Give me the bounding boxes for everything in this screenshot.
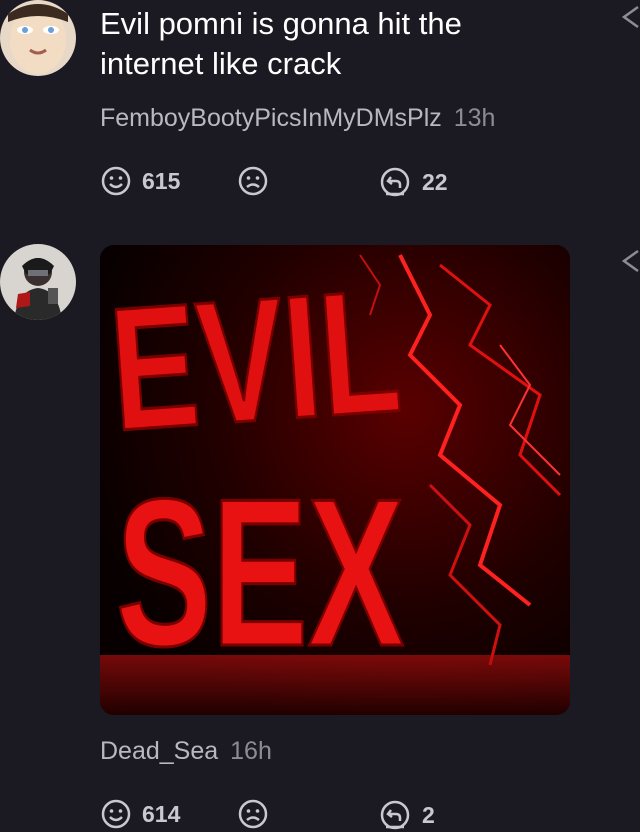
reply-button[interactable]: 2 [378, 798, 435, 832]
like-count: 614 [142, 800, 181, 827]
image-word-evil: EVIL [105, 253, 407, 468]
comment-meta: FemboyBootyPicsInMyDMsPlz 13h [100, 104, 495, 133]
frown-icon [238, 166, 268, 196]
comment-time: 16h [230, 737, 272, 765]
avatar-face-image [0, 0, 76, 76]
reply-button[interactable]: 22 [378, 165, 448, 199]
like-button[interactable]: 614 [100, 798, 180, 830]
smile-icon [101, 799, 131, 829]
comment-time: 13h [453, 104, 496, 132]
image-word-sex: SEX [116, 456, 404, 690]
reply-count: 2 [422, 801, 435, 828]
post-image[interactable]: EVIL SEX [100, 245, 570, 715]
share-icon [621, 5, 639, 29]
reply-count: 22 [422, 168, 448, 195]
like-count: 615 [142, 167, 181, 194]
comment-meta: Dead_Sea 16h [100, 737, 272, 766]
comment-author[interactable]: FemboyBootyPicsInMyDMsPlz [100, 104, 442, 132]
comment-text: Evil pomni is gonna hit the internet lik… [100, 6, 462, 81]
frown-icon [238, 799, 268, 829]
evil-sex-image: EVIL SEX [100, 245, 570, 715]
avatar-character-image [0, 244, 76, 320]
reply-icon [380, 800, 410, 830]
avatar[interactable] [0, 0, 76, 76]
share-button[interactable] [620, 4, 640, 38]
comment-author[interactable]: Dead_Sea [100, 737, 218, 765]
dislike-button[interactable] [237, 165, 269, 197]
share-icon [621, 249, 639, 273]
reply-icon [380, 167, 410, 197]
dislike-button[interactable] [237, 798, 269, 830]
like-button[interactable]: 615 [100, 165, 180, 197]
share-button[interactable] [620, 248, 640, 282]
smile-icon [101, 166, 131, 196]
avatar[interactable] [0, 244, 76, 320]
